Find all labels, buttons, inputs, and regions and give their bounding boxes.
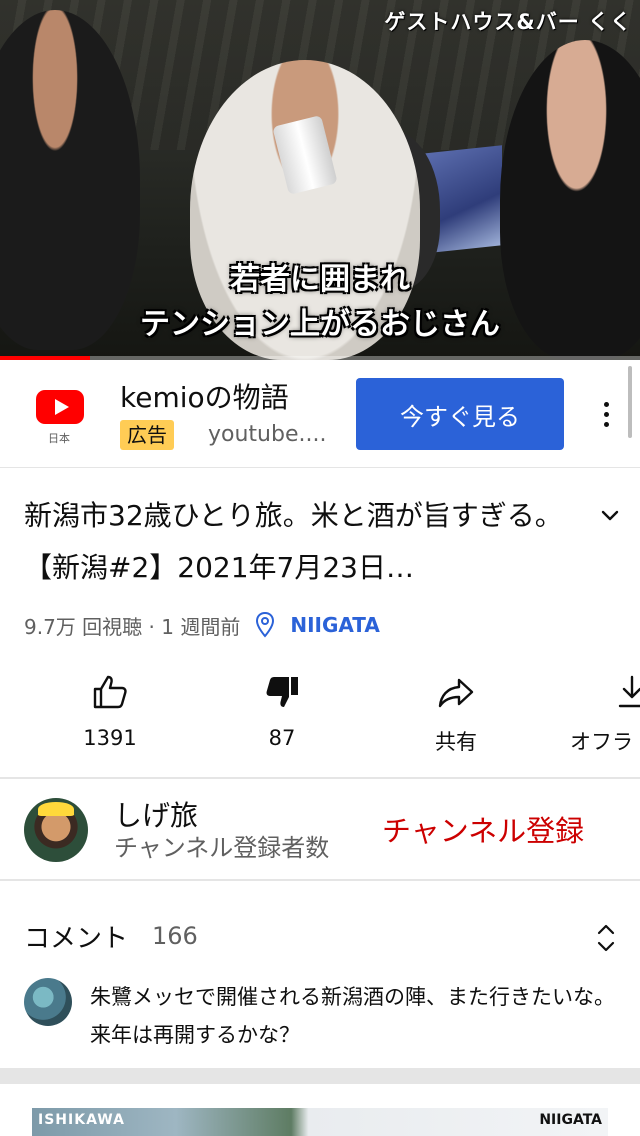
expand-collapse-icon[interactable] <box>594 920 618 956</box>
comments-count: 166 <box>152 922 198 950</box>
chevron-down-icon[interactable] <box>598 504 622 528</box>
share-arrow-icon <box>438 678 474 708</box>
channel-row[interactable]: しげ旅 チャンネル登録者数 チャンネル登録 <box>0 780 640 880</box>
video-player[interactable]: ゲストハウス&バー くく 若者に囲まれ テンション上がるおじさん <box>0 0 640 360</box>
share-label: 共有 <box>435 730 477 754</box>
thumbs-down-filled-icon <box>266 677 298 707</box>
ad-logo-caption: 日本 <box>48 432 70 445</box>
video-subtitle-line2: テンション上がるおじさん <box>140 307 500 342</box>
offline-label: オフラ <box>570 730 633 754</box>
video-corner-caption: ゲストハウス&バー くく <box>384 10 632 34</box>
video-subtitle-line1: 若者に囲まれ <box>230 262 410 297</box>
dislike-button[interactable]: 87 <box>212 668 352 768</box>
dislike-count: 87 <box>268 726 296 750</box>
share-button[interactable]: 共有 <box>386 668 526 768</box>
ad-advertiser-name[interactable]: kemioの物語 <box>120 376 289 416</box>
video-meta: 9.7万 回視聴 · 1 週間前 NIIGATA <box>24 610 380 640</box>
section-separator <box>0 1068 640 1084</box>
top-comment-text: 朱鷺メッセで開催される新潟酒の陣、また行きたいな。来年は再開するかな？ <box>90 985 615 1047</box>
divider <box>0 879 640 881</box>
youtube-logo-icon <box>36 390 84 426</box>
next-video-thumbnail[interactable]: ISHIKAWA NIIGATA <box>32 1108 608 1136</box>
location-link[interactable]: NIIGATA <box>290 613 380 637</box>
video-title[interactable]: 新潟市32歳ひとり旅。米と酒が旨すぎる。【新潟#2】2021年7月23日… <box>24 490 564 594</box>
commenter-avatar <box>24 978 72 1026</box>
like-count: 1391 <box>83 726 137 750</box>
channel-avatar[interactable] <box>24 798 88 862</box>
ad-watch-now-button[interactable]: 今すぐ見る <box>356 378 564 450</box>
action-row: 1391 87 共有 オフラ <box>0 668 640 768</box>
comments-header: コメント <box>24 924 129 954</box>
offline-download-button[interactable]: オフラ <box>556 668 640 768</box>
more-options-icon[interactable] <box>592 390 620 438</box>
ad-card[interactable]: 日本 kemioの物語 広告 youtube.... 今すぐ見る <box>0 360 640 468</box>
scrollbar[interactable] <box>628 366 632 438</box>
thumbnail-right-label: NIIGATA <box>539 1112 602 1128</box>
thumbs-up-icon <box>93 675 127 709</box>
subscriber-count-label: チャンネル登録者数 <box>114 834 330 862</box>
thumbnail-left-label: ISHIKAWA <box>38 1112 125 1128</box>
like-button[interactable]: 1391 <box>40 668 180 768</box>
download-icon <box>618 675 640 708</box>
location-pin-icon <box>256 611 275 638</box>
subscribe-button[interactable]: チャンネル登録 <box>382 808 584 850</box>
comments-section[interactable]: コメント 166 朱鷺メッセで開催される新潟酒の陣、また行きたいな。来年は再開す… <box>0 882 640 1068</box>
ad-badge: 広告 <box>120 420 174 450</box>
view-count-and-date: 9.7万 回視聴 · 1 週間前 <box>24 614 241 639</box>
ad-domain: youtube.... <box>208 422 327 447</box>
divider <box>0 777 640 779</box>
